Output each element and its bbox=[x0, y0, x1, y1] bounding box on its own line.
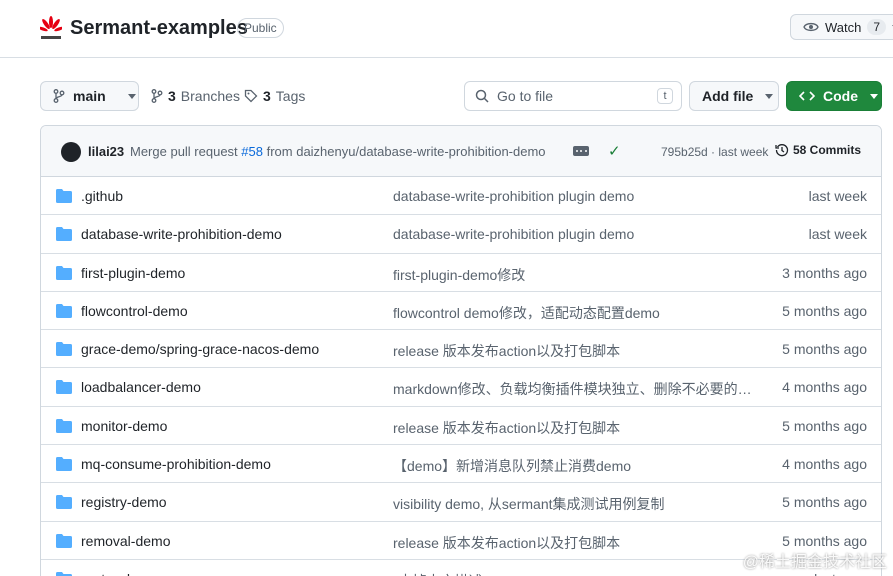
branch-selector[interactable]: main bbox=[40, 81, 139, 111]
file-name[interactable]: flowcontrol-demo bbox=[81, 303, 188, 319]
commits-label: 58 Commits bbox=[793, 143, 862, 157]
file-commit-message[interactable]: first-plugin-demo修改 bbox=[393, 265, 525, 285]
file-commit-time: 5 months ago bbox=[782, 417, 867, 434]
branch-icon bbox=[53, 89, 65, 103]
table-row[interactable]: first-plugin-demo first-plugin-demo修改 3 mo… bbox=[41, 254, 881, 292]
branches-count: 3 bbox=[168, 88, 176, 104]
watermark: @稀土掘金技术社区 bbox=[742, 554, 887, 571]
branches-label: Branches bbox=[180, 88, 240, 104]
repo-name[interactable]: Sermant-examples bbox=[70, 17, 248, 40]
file-name[interactable]: .github bbox=[81, 188, 123, 204]
file-name[interactable]: loadbalancer-demo bbox=[81, 379, 201, 395]
commit-sha-time[interactable]: 795b25d · last week bbox=[661, 145, 768, 159]
file-commit-message[interactable]: database-write-prohibition plugin demo bbox=[393, 188, 634, 204]
check-icon[interactable]: ✓ bbox=[608, 142, 621, 160]
folder-icon bbox=[56, 571, 72, 576]
expand-commit-icon[interactable] bbox=[573, 146, 589, 156]
folder-icon bbox=[56, 495, 72, 510]
avatar[interactable] bbox=[61, 142, 81, 162]
file-name[interactable]: mq-consume-prohibition-demo bbox=[81, 456, 271, 472]
watch-button[interactable]: Watch 7 bbox=[790, 14, 893, 40]
tag-icon bbox=[244, 89, 258, 103]
file-commit-message[interactable]: database-write-prohibition plugin demo bbox=[393, 226, 634, 242]
file-name[interactable]: first-plugin-demo bbox=[81, 265, 185, 281]
file-commit-message[interactable]: release 版本发布action以及打包脚本 bbox=[393, 341, 620, 361]
go-to-file-input[interactable]: Go to file t bbox=[464, 81, 682, 111]
chevron-down-icon bbox=[765, 93, 774, 99]
keyboard-shortcut-hint: t bbox=[657, 88, 673, 104]
folder-icon bbox=[56, 227, 72, 242]
file-name[interactable]: removal-demo bbox=[81, 533, 170, 549]
commit-message-prefix: Merge pull request bbox=[130, 144, 242, 159]
file-commit-message[interactable]: release 版本发布action以及打包脚本 bbox=[393, 418, 620, 438]
folder-icon bbox=[56, 342, 72, 357]
folder-icon bbox=[56, 457, 72, 472]
file-commit-message[interactable]: *去掉中文描述 bbox=[393, 571, 482, 576]
add-file-button[interactable]: Add file bbox=[689, 81, 779, 111]
visibility-badge: Public bbox=[237, 18, 284, 38]
tags-link[interactable]: 3 Tags bbox=[244, 88, 305, 104]
tags-label: Tags bbox=[275, 88, 306, 104]
commits-link[interactable]: 58 Commits bbox=[775, 143, 861, 157]
folder-icon bbox=[56, 418, 72, 433]
table-row[interactable]: database-write-prohibition-demo database-… bbox=[41, 215, 881, 254]
file-commit-message[interactable]: flowcontrol demo修改，适配动态配置demo bbox=[393, 303, 660, 323]
table-row[interactable]: grace-demo/spring-grace-nacos-demo releas… bbox=[41, 330, 881, 369]
search-icon bbox=[475, 89, 489, 103]
file-commit-message[interactable]: markdown修改、负载均衡插件模块独立、删除不必要的去源... bbox=[393, 379, 757, 399]
eye-icon bbox=[803, 22, 819, 32]
watch-label: Watch bbox=[825, 19, 862, 35]
code-icon bbox=[799, 91, 815, 101]
repo-header: Sermant-examples Public Watch 7 bbox=[0, 0, 893, 58]
file-commit-time: last week bbox=[808, 226, 867, 243]
commit-message[interactable]: Merge pull request #58 from daizhenyu/da… bbox=[130, 144, 546, 159]
latest-commit-bar: lilai23 Merge pull request #58 from daiz… bbox=[41, 126, 881, 177]
branches-link[interactable]: 3 Branches bbox=[151, 88, 240, 104]
file-commit-message[interactable]: visibility demo, 从sermant集成测试用例复制 bbox=[393, 494, 665, 514]
file-commit-time: 5 months ago bbox=[782, 341, 867, 358]
pr-link[interactable]: #58 bbox=[241, 144, 263, 159]
huawei-logo-icon bbox=[40, 16, 62, 39]
table-row[interactable]: flowcontrol-demo flowcontrol demo修改，适配动态配… bbox=[41, 292, 881, 331]
file-commit-time: 5 months ago bbox=[782, 494, 867, 511]
search-placeholder: Go to file bbox=[497, 88, 554, 104]
chevron-down-icon bbox=[870, 93, 878, 99]
file-commit-time: 4 months ago bbox=[782, 456, 867, 473]
file-commit-time: 5 months ago bbox=[782, 302, 867, 319]
table-row[interactable]: .github database-write-prohibition plugin… bbox=[41, 177, 881, 216]
file-commit-time: 3 months ago bbox=[782, 264, 867, 281]
branch-name: main bbox=[73, 88, 106, 104]
file-commit-message[interactable]: release 版本发布action以及打包脚本 bbox=[393, 533, 620, 553]
file-name[interactable]: database-write-prohibition-demo bbox=[81, 226, 282, 242]
folder-icon bbox=[56, 189, 72, 203]
branch-icon bbox=[151, 89, 163, 103]
file-name[interactable]: grace-demo/spring-grace-nacos-demo bbox=[81, 341, 319, 357]
file-list: .github database-write-prohibition plugin… bbox=[41, 177, 881, 576]
table-row[interactable]: registry-demo visibility demo, 从sermant集成… bbox=[41, 483, 881, 522]
file-commit-time: 4 months ago bbox=[782, 379, 867, 396]
table-row[interactable]: mq-consume-prohibition-demo 【demo】新增消息队列禁… bbox=[41, 445, 881, 484]
folder-icon bbox=[56, 303, 72, 318]
file-commit-time: 5 months ago bbox=[782, 532, 867, 549]
add-file-label: Add file bbox=[702, 88, 754, 104]
code-button[interactable]: Code bbox=[786, 81, 882, 111]
folder-icon bbox=[56, 533, 72, 548]
file-name[interactable]: registry-demo bbox=[81, 494, 167, 510]
commit-message-suffix: from daizhenyu/database-write-prohibitio… bbox=[262, 144, 546, 159]
folder-icon bbox=[56, 380, 72, 395]
file-name[interactable]: monitor-demo bbox=[81, 418, 167, 434]
table-row[interactable]: monitor-demo release 版本发布action以及打包脚本 5 mo… bbox=[41, 407, 881, 446]
chevron-down-icon bbox=[127, 93, 136, 99]
file-name[interactable]: router-demo bbox=[81, 571, 157, 576]
table-row[interactable]: loadbalancer-demo markdown修改、负载均衡插件模块独立、删… bbox=[41, 368, 881, 407]
commit-author[interactable]: lilai23 bbox=[88, 144, 124, 159]
folder-icon bbox=[56, 265, 72, 280]
file-commit-time: last week bbox=[808, 188, 867, 204]
code-label: Code bbox=[823, 88, 858, 104]
file-table: lilai23 Merge pull request #58 from daiz… bbox=[40, 125, 882, 576]
tags-count: 3 bbox=[263, 88, 271, 104]
file-commit-message[interactable]: 【demo】新增消息队列禁止消费demo bbox=[393, 456, 631, 476]
watch-count: 7 bbox=[867, 19, 887, 35]
history-icon bbox=[775, 144, 789, 157]
